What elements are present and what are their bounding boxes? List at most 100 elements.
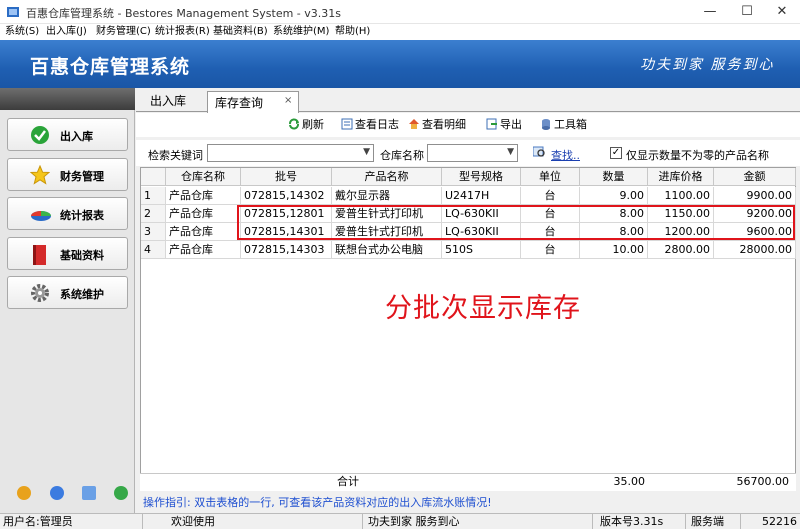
chevron-down-icon: ▼ — [363, 147, 370, 157]
tab-stock-query-label: 库存查询 — [215, 96, 264, 110]
maximize-button[interactable]: ☐ — [727, 0, 767, 24]
chevron-down-icon: ▼ — [507, 147, 514, 157]
view-log-label: 查看日志 — [355, 118, 399, 131]
row-number[interactable]: 3 — [141, 223, 166, 241]
column-header[interactable]: 数量 — [580, 168, 648, 186]
column-header[interactable]: 进库价格 — [648, 168, 714, 186]
status-code: 52216 — [762, 515, 797, 528]
banner-title: 百惠仓库管理系统 — [30, 56, 191, 78]
totals-quantity: 35.00 — [613, 475, 646, 488]
export-icon — [486, 118, 498, 130]
view-detail-label: 查看明细 — [422, 118, 466, 131]
menu-finance[interactable]: 财务管理(C) — [96, 25, 151, 39]
log-icon — [341, 118, 353, 130]
window-title: 百惠仓库管理系统 - Bestores Management System - … — [26, 7, 341, 20]
status-user: 用户名:管理员 — [0, 514, 143, 529]
refresh-icon[interactable] — [114, 486, 128, 500]
warehouse-combo[interactable]: ▼ — [427, 144, 518, 162]
export-button[interactable]: 导出 — [486, 117, 522, 133]
row-number[interactable]: 2 — [141, 205, 166, 223]
table-cell[interactable]: 产品仓库 — [166, 205, 241, 223]
column-header[interactable]: 型号规格 — [442, 168, 521, 186]
table-cell[interactable]: 510S — [442, 241, 521, 259]
tab-in-out[interactable]: 出入库 — [144, 92, 192, 112]
toolbox-button[interactable]: 工具箱 — [540, 117, 587, 133]
book-icon — [30, 244, 50, 265]
table-cell[interactable]: 072815,14302 — [241, 187, 332, 205]
operation-hint: 操作指引: 双击表格的一行, 可查看该产品资料对应的出入库流水账情况! — [143, 496, 492, 509]
menu-in-out[interactable]: 出入库(J) — [46, 25, 87, 39]
banner-slogan: 功夫到家 服务到心 — [640, 57, 775, 73]
menu-reports[interactable]: 统计报表(R) — [155, 25, 210, 39]
nonzero-checkbox[interactable]: ✓ — [610, 147, 622, 159]
table-cell[interactable]: 产品仓库 — [166, 223, 241, 241]
nav-reports[interactable]: 统计报表 — [7, 197, 128, 230]
totals-row — [140, 473, 796, 491]
menu-help[interactable]: 帮助(H) — [335, 25, 370, 39]
column-header[interactable]: 仓库名称 — [166, 168, 241, 186]
table-cell[interactable]: 台 — [521, 187, 580, 205]
refresh-button[interactable]: 刷新 — [288, 117, 324, 133]
column-header[interactable]: 产品名称 — [332, 168, 442, 186]
highlight-box — [237, 205, 795, 240]
annotation-text: 分批次显示库存 — [385, 293, 581, 324]
database-icon — [540, 118, 552, 130]
row-number[interactable]: 4 — [141, 241, 166, 259]
nav-label: 基础资料 — [60, 249, 104, 262]
row-number[interactable]: 1 — [141, 187, 166, 205]
nav-finance[interactable]: 财务管理 — [7, 158, 128, 191]
table-cell[interactable]: 产品仓库 — [166, 241, 241, 259]
view-detail-button[interactable]: 查看明细 — [408, 117, 466, 133]
table-cell[interactable]: 072815,14303 — [241, 241, 332, 259]
star-icon — [29, 164, 51, 185]
nav-label: 系统维护 — [60, 288, 104, 301]
menu-maintenance[interactable]: 系统维护(M) — [273, 25, 329, 39]
gear-icon — [30, 283, 50, 303]
menu-basic-data[interactable]: 基础资料(B) — [213, 25, 268, 39]
warehouse-label: 仓库名称 — [380, 149, 424, 162]
check-icon — [30, 125, 50, 145]
table-cell[interactable]: U2417H — [442, 187, 521, 205]
table-cell[interactable]: 9.00 — [580, 187, 648, 205]
search-icon — [532, 146, 546, 158]
table-cell[interactable]: 戴尔显示器 — [332, 187, 442, 205]
refresh-label: 刷新 — [302, 118, 324, 131]
nav-maintenance[interactable]: 系统维护 — [7, 276, 128, 309]
column-header[interactable] — [141, 168, 166, 186]
tab-close-icon[interactable]: × — [284, 95, 292, 106]
app-icon — [6, 5, 20, 19]
nonzero-checkbox-label: 仅显示数量不为零的产品名称 — [626, 149, 769, 162]
toolbox-label: 工具箱 — [554, 118, 587, 131]
table-cell[interactable]: 10.00 — [580, 241, 648, 259]
monitor-icon[interactable] — [82, 486, 96, 500]
table-cell[interactable]: 1100.00 — [648, 187, 714, 205]
keyword-combo[interactable]: ▼ — [207, 144, 374, 162]
minimize-button[interactable]: — — [690, 0, 730, 24]
table-cell[interactable]: 28000.00 — [714, 241, 796, 259]
nav-basic-data[interactable]: 基础资料 — [7, 237, 128, 270]
clock-icon[interactable] — [50, 486, 64, 500]
column-header[interactable]: 金额 — [714, 168, 796, 186]
search-link[interactable]: 查找.. — [551, 147, 580, 163]
key-icon[interactable] — [17, 486, 31, 500]
nav-label: 财务管理 — [60, 170, 104, 183]
totals-label: 合计 — [337, 475, 359, 488]
nav-in-out[interactable]: 出入库 — [7, 118, 128, 151]
table-cell[interactable]: 2800.00 — [648, 241, 714, 259]
nav-label: 出入库 — [60, 130, 93, 143]
table-cell[interactable]: 联想台式办公电脑 — [332, 241, 442, 259]
table-cell[interactable]: 台 — [521, 241, 580, 259]
column-header[interactable]: 批号 — [241, 168, 332, 186]
table-cell[interactable]: 产品仓库 — [166, 187, 241, 205]
menu-system[interactable]: 系统(S) — [5, 25, 39, 39]
status-welcome: 欢迎使用 — [168, 514, 363, 529]
view-log-button[interactable]: 查看日志 — [341, 117, 399, 133]
table-cell[interactable]: 9900.00 — [714, 187, 796, 205]
left-panel-header — [0, 88, 135, 110]
close-button[interactable]: ✕ — [762, 0, 800, 24]
status-slogan: 功夫到家 服务到心 — [365, 514, 593, 529]
column-header[interactable]: 单位 — [521, 168, 580, 186]
pie-chart-icon — [30, 204, 51, 224]
status-version: 版本号3.31s — [597, 514, 686, 529]
export-label: 导出 — [500, 118, 522, 131]
